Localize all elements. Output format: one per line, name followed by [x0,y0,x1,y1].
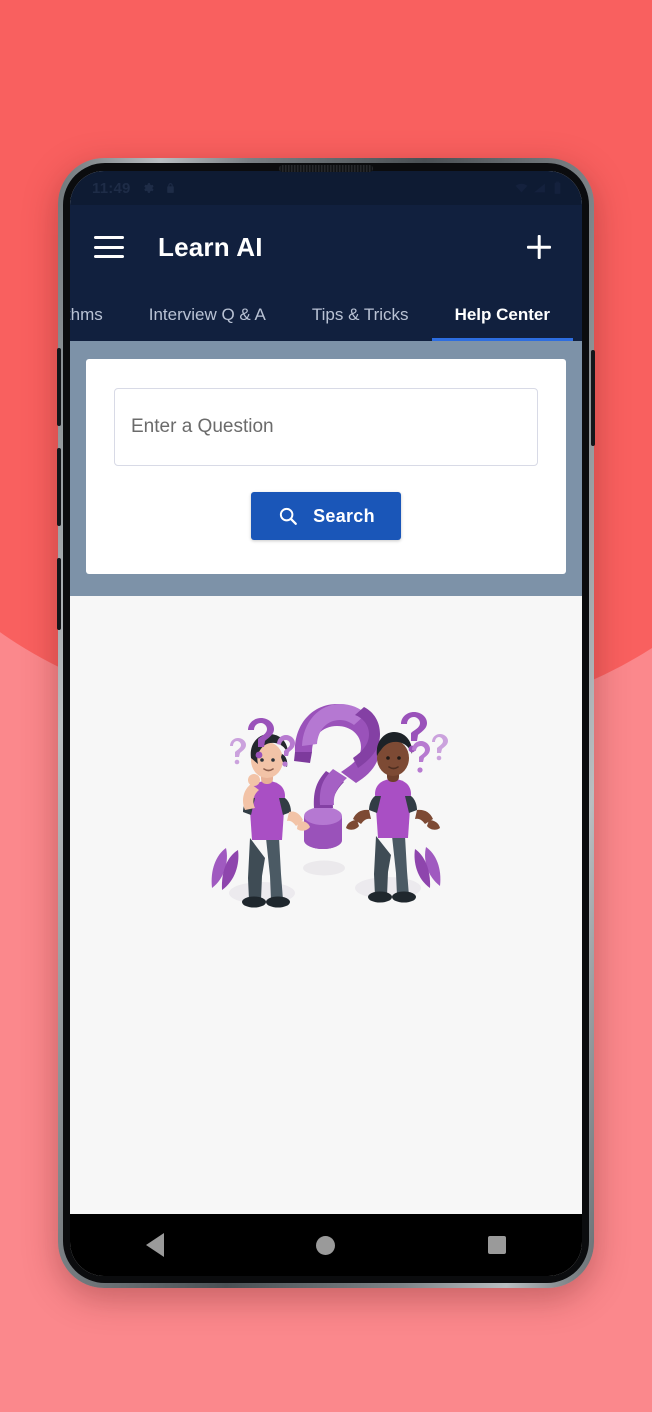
app-title: Learn AI [158,231,263,262]
assistant-button[interactable] [57,558,61,630]
phone-screen: 11:49 Learn AI hms Interview Q & A Tips … [70,171,582,1276]
tab-interview-qa[interactable]: Interview Q & A [126,289,289,341]
hamburger-line [94,236,124,239]
tab-label: Help Center [454,305,550,324]
home-button[interactable] [316,1235,336,1255]
content-area [70,596,582,1214]
tab-tips-tricks[interactable]: Tips & Tricks [289,289,432,341]
status-bar-right [515,181,564,195]
tab-help-center[interactable]: Help Center [431,289,574,341]
tab-bar: orithms Interview Q & A Tips & Tricks He… [70,289,582,341]
tab-label: Tips & Tricks [311,305,409,324]
battery-icon [554,181,561,194]
volume-down-button[interactable] [57,448,61,526]
lock-icon [166,183,174,193]
search-button-label: Search [313,505,375,526]
back-button[interactable] [146,1233,165,1257]
volume-up-button[interactable] [57,348,61,426]
question-input[interactable] [114,388,538,466]
plus-icon[interactable] [522,230,556,264]
status-bar-clock: 11:49 [92,179,131,197]
android-navigation-bar [70,1214,582,1276]
search-button[interactable]: Search [251,492,401,540]
search-card: Search [86,359,566,574]
hamburger-line [94,245,124,249]
wifi-icon [515,183,528,193]
hamburger-line [94,255,124,258]
tab-label: Interview Q & A [148,305,266,324]
recents-button[interactable] [487,1236,506,1254]
phone-device-frame: 11:49 Learn AI hms Interview Q & A Tips … [57,158,595,1288]
app-bar: Learn AI [70,205,582,289]
status-bar: 11:49 [70,171,582,205]
search-panel-region: Search [70,341,582,596]
power-button[interactable] [591,350,595,446]
search-button-row: Search [114,492,538,540]
phone-bezel: 11:49 Learn AI hms Interview Q & A Tips … [63,163,589,1283]
earpiece-speaker [279,165,373,172]
signal-icon [534,183,545,193]
search-magnifier-icon [279,507,297,525]
tab-algorithms[interactable]: orithms [70,289,126,341]
status-bar-left: 11:49 [92,180,177,197]
tab-label: orithms [70,305,103,324]
hamburger-menu-icon[interactable] [94,236,124,258]
gear-icon [143,183,154,193]
confused-people-question-mark-illustration [211,704,448,908]
